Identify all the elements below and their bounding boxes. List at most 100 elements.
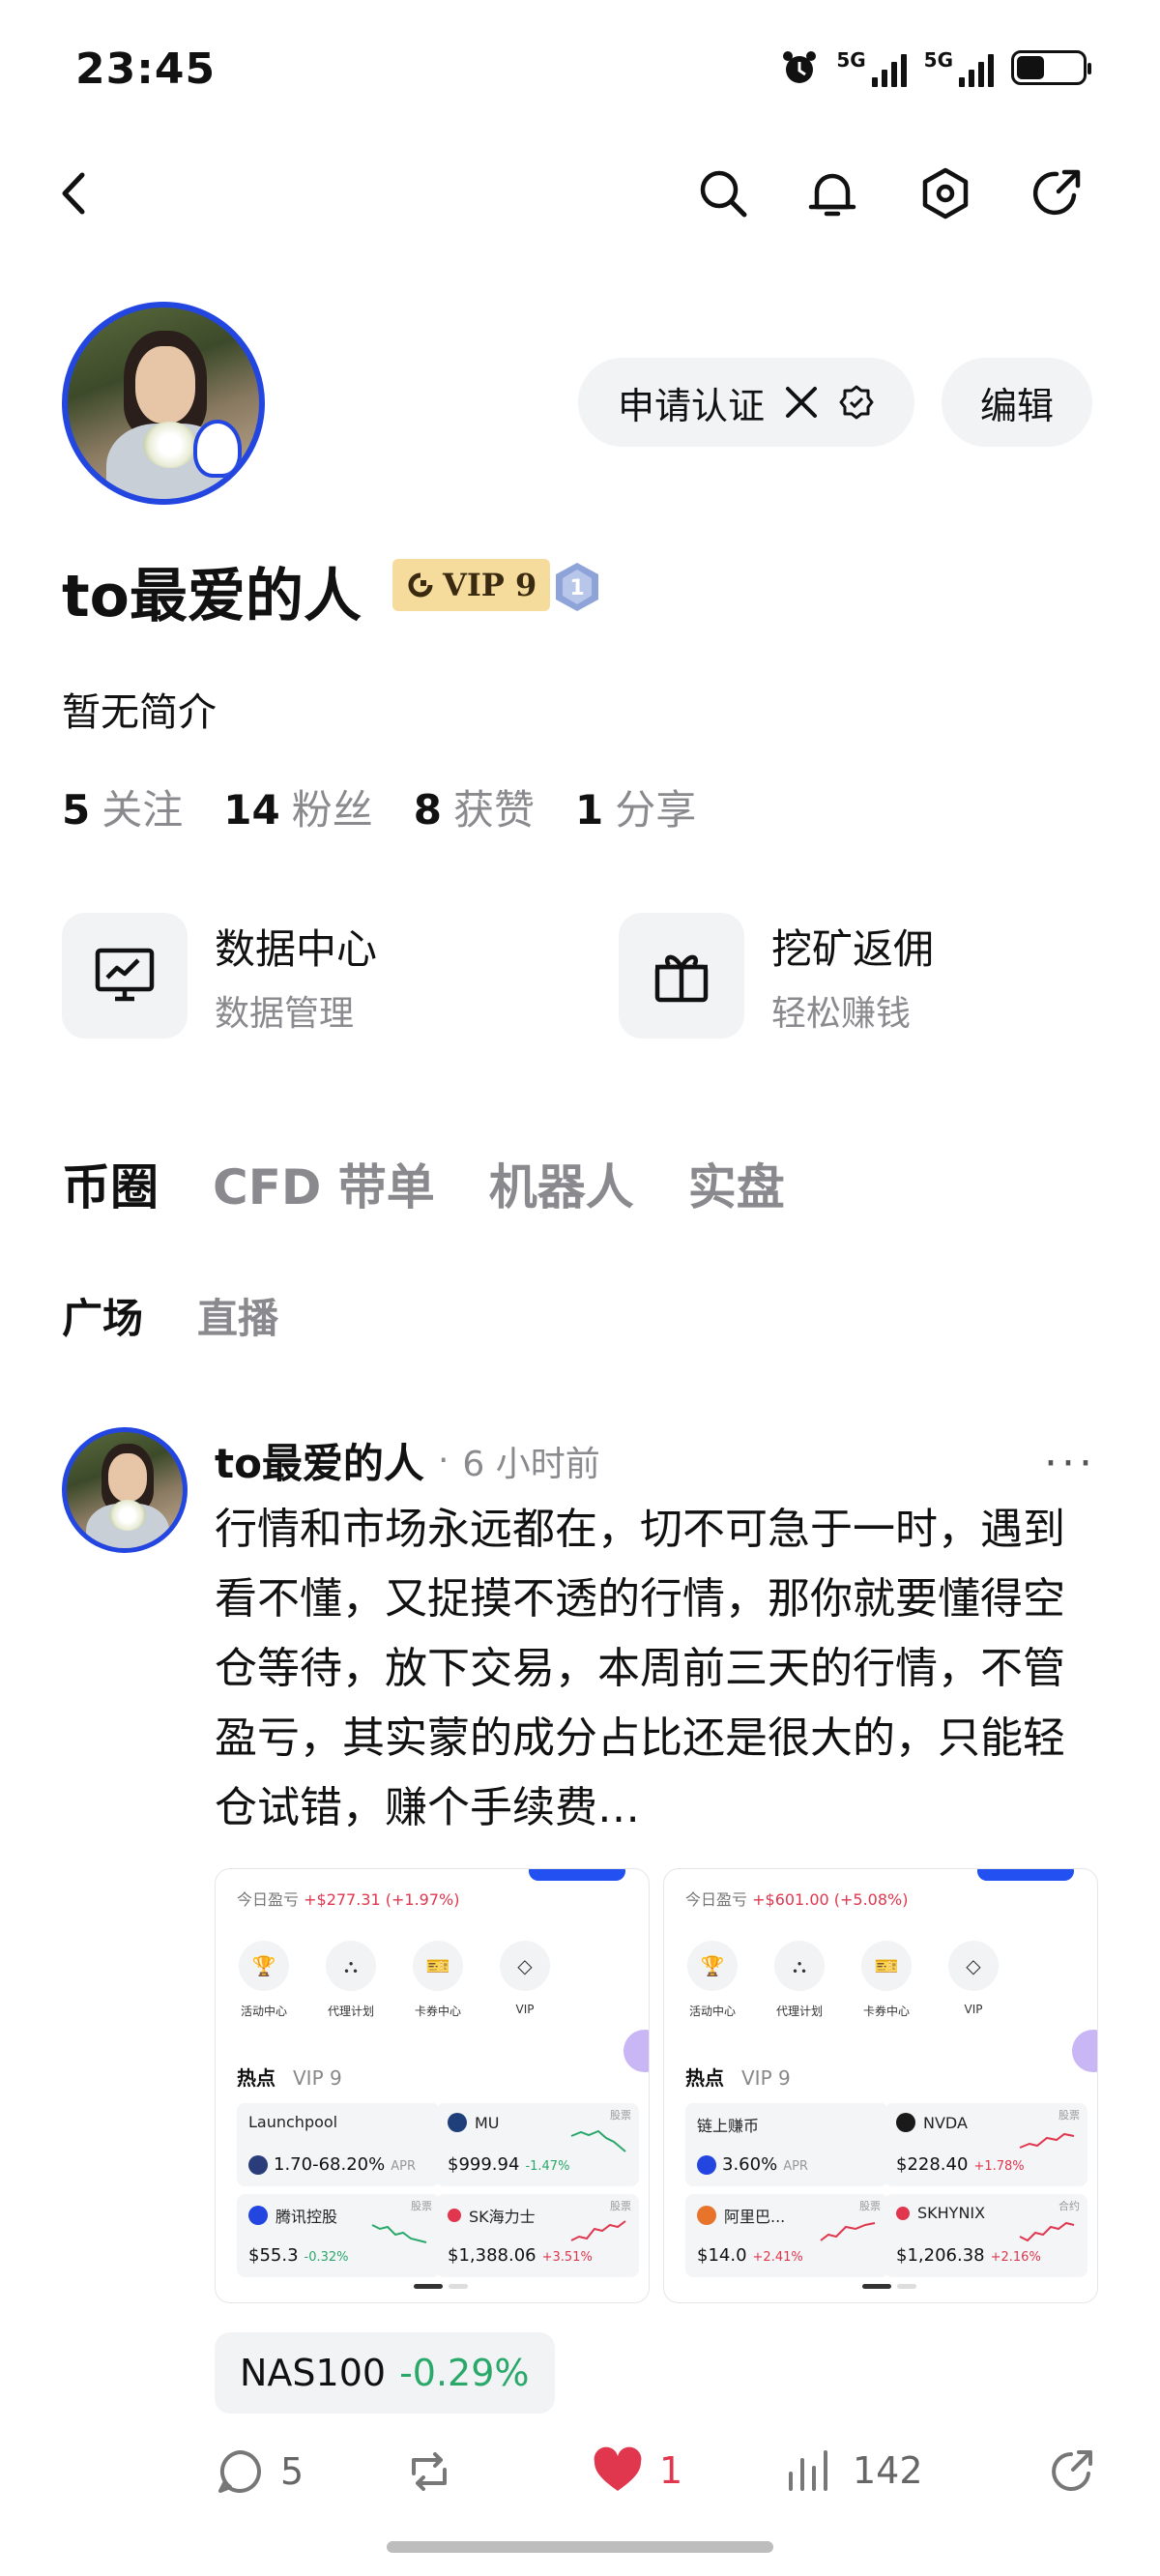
- battery-icon: [1011, 50, 1091, 85]
- hot-card: 股票 SK海力士 $1,388.06 +3.51%: [436, 2194, 639, 2277]
- quick-coupons: 🎫 卡券中心: [859, 1941, 914, 2019]
- tab-crypto[interactable]: 币圈: [62, 1149, 159, 1218]
- post-author[interactable]: to最爱的人: [215, 1431, 424, 1490]
- level-badge[interactable]: 1: [553, 561, 601, 613]
- tab-bots[interactable]: 机器人: [489, 1149, 634, 1218]
- diamond-icon: ◇: [948, 1941, 999, 1991]
- quick-agent: ⛬ 代理计划: [772, 1941, 826, 2019]
- bar-chart-icon: [789, 2450, 827, 2491]
- tab-live-trading[interactable]: 实盘: [688, 1149, 785, 1218]
- main-tabs: 币圈 CFD 带单 机器人 实盘: [62, 1149, 785, 1218]
- hot-card: 股票 腾讯控股 $55.3 -0.32%: [237, 2194, 440, 2277]
- share-icon[interactable]: [1023, 160, 1090, 227]
- trophy-icon: 🏆: [687, 1941, 738, 1991]
- post-actions: 5 1 142: [215, 2446, 1104, 2514]
- data-center-entry[interactable]: 数据中心 数据管理: [62, 913, 377, 1039]
- x-logo-icon: [786, 387, 817, 418]
- comment-button[interactable]: 5: [215, 2446, 304, 2497]
- level-number: 1: [569, 576, 584, 600]
- mining-rebate-entry[interactable]: 挖矿返佣 轻松赚钱: [619, 913, 934, 1039]
- like-button[interactable]: 1: [592, 2446, 682, 2495]
- hot-header: 热点 VIP 9: [685, 2066, 791, 2090]
- profile-avatar[interactable]: [62, 302, 265, 505]
- post-image-1[interactable]: 今日盈亏 +$277.31 (+1.97%) 🏆 活动中心 ⛬ 代理计划 🎫 卡券中心…: [215, 1868, 650, 2303]
- post-dot: ·: [437, 1441, 450, 1480]
- hot-card: Launchpool 1.70-68.20% APR: [237, 2103, 440, 2186]
- quick-entries: 🏆 活动中心 ⛬ 代理计划 🎫 卡券中心 ◇ VIP: [237, 1941, 552, 2019]
- status-icons: 5G 5G: [780, 48, 1091, 87]
- subtab-square[interactable]: 广场: [62, 1286, 143, 1345]
- profile-username: to最爱的人: [62, 563, 362, 630]
- hot-header: 热点 VIP 9: [237, 2066, 342, 2090]
- profile-bio: 暂无简介: [62, 690, 217, 735]
- edit-profile-button[interactable]: 编辑: [942, 358, 1092, 447]
- like-count: 1: [659, 2449, 683, 2492]
- quick-vip: ◇ VIP: [946, 1941, 1000, 2019]
- settings-icon[interactable]: [912, 160, 979, 227]
- more-icon[interactable]: ···: [1044, 1439, 1096, 1488]
- comment-icon: [218, 2450, 261, 2493]
- verified-badge-icon: [839, 385, 874, 420]
- chart-monitor-icon: [62, 913, 188, 1039]
- gift-icon: [619, 913, 744, 1039]
- quick-agent: ⛬ 代理计划: [324, 1941, 378, 2019]
- quick-activity: 🏆 活动中心: [685, 1941, 740, 2019]
- share-icon: [1052, 2450, 1092, 2491]
- quick-vip: ◇ VIP: [498, 1941, 552, 2019]
- network-icon: ⛬: [774, 1941, 825, 1991]
- ticket-icon: 🎫: [413, 1941, 463, 1991]
- hot-card: 股票 MU $999.94 -1.47%: [436, 2103, 639, 2186]
- views-stat: 142: [785, 2446, 923, 2495]
- tab-cfd-copy[interactable]: CFD 带单: [213, 1149, 435, 1218]
- vip-label: VIP 9: [443, 567, 537, 603]
- pnl-text: 今日盈亏 +$601.00 (+5.08%): [685, 1890, 909, 1909]
- back-icon[interactable]: [41, 160, 108, 227]
- apply-cert-label: 申请认证: [617, 384, 765, 427]
- ticker-change: -0.29%: [399, 2352, 530, 2394]
- comment-count: 5: [280, 2450, 304, 2493]
- signal-2-icon: 5G: [924, 48, 994, 87]
- alarm-icon: [783, 51, 817, 83]
- apply-certification-button[interactable]: 申请认证: [578, 358, 914, 447]
- share-post-button[interactable]: [1046, 2446, 1096, 2497]
- ticket-icon: 🎫: [861, 1941, 912, 1991]
- trophy-icon: 🏆: [239, 1941, 289, 1991]
- stat-likes[interactable]: 8 获赞: [414, 777, 535, 836]
- hot-card: 股票 NVDA $228.40 +1.78%: [884, 2103, 1088, 2186]
- view-count: 142: [853, 2449, 923, 2492]
- hot-card: 链上赚币 3.60% APR: [685, 2103, 888, 2186]
- signal-1-icon: 5G: [836, 48, 907, 87]
- top-bar: [0, 145, 1160, 242]
- status-time: 23:45: [75, 44, 217, 94]
- stat-followers[interactable]: 14 粉丝: [223, 777, 372, 836]
- heart-icon: [594, 2446, 642, 2491]
- vip-badge[interactable]: VIP 9: [392, 559, 551, 611]
- diamond-icon: ◇: [500, 1941, 550, 1991]
- repost-icon: [412, 2452, 447, 2491]
- bell-icon[interactable]: [798, 160, 866, 227]
- sub-tabs: 广场 直播: [62, 1286, 278, 1345]
- pnl-text: 今日盈亏 +$277.31 (+1.97%): [237, 1890, 460, 1909]
- subtab-live[interactable]: 直播: [197, 1286, 278, 1345]
- stat-shares[interactable]: 1 分享: [575, 777, 696, 836]
- quick-entries: 🏆 活动中心 ⛬ 代理计划 🎫 卡券中心 ◇ VIP: [685, 1941, 1000, 2019]
- post-body[interactable]: 行情和市场永远都在，切不可急于一时，遇到看不懂，又捉摸不透的行情，那你就要懂得空…: [215, 1495, 1085, 1843]
- network-icon: ⛬: [326, 1941, 376, 1991]
- hot-card: 合约 SKHYNIX $1,206.38 +2.16%: [884, 2194, 1088, 2277]
- ticker-symbol: NAS100: [240, 2352, 387, 2394]
- post-author-avatar[interactable]: [62, 1427, 188, 1553]
- gate-logo-icon: [408, 572, 433, 598]
- profile-stats: 5 关注 14 粉丝 8 获赞 1 分享: [62, 777, 696, 836]
- home-indicator[interactable]: [387, 2541, 773, 2553]
- hot-card: 股票 阿里巴... $14.0 +2.41%: [685, 2194, 888, 2277]
- stat-following[interactable]: 5 关注: [62, 777, 183, 836]
- mining-rebate-subtitle: 轻松赚钱: [771, 993, 912, 1034]
- post-header: to最爱的人 · 6 小时前: [215, 1431, 600, 1490]
- search-icon[interactable]: [689, 160, 757, 227]
- post-time: 6 小时前: [462, 1444, 600, 1484]
- data-center-title: 数据中心: [215, 924, 378, 973]
- post-image-2[interactable]: 今日盈亏 +$601.00 (+5.08%) 🏆 活动中心 ⛬ 代理计划 🎫 卡券中心…: [663, 1868, 1098, 2303]
- repost-button[interactable]: [404, 2446, 454, 2497]
- quick-coupons: 🎫 卡券中心: [411, 1941, 465, 2019]
- ticker-chip[interactable]: NAS100 -0.29%: [215, 2332, 555, 2414]
